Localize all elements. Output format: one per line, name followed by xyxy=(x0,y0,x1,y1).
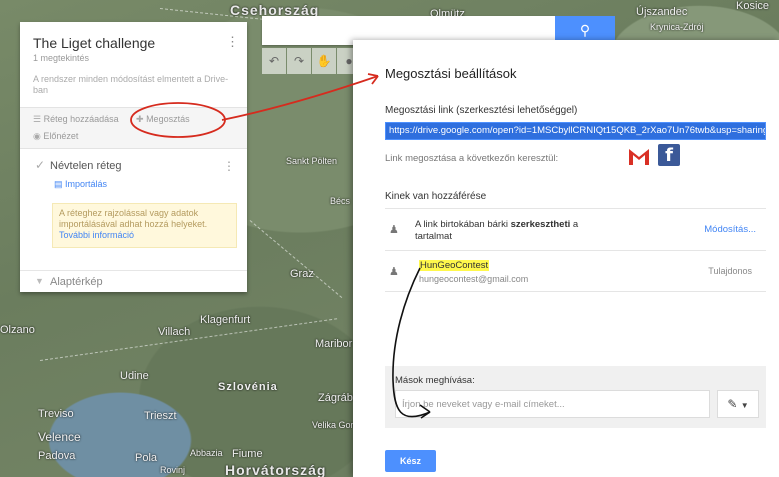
access-level: szerkesztheti xyxy=(510,219,571,230)
map-label: Pola xyxy=(135,452,158,464)
map-label: Trieszt xyxy=(144,410,177,422)
saved-notice: A rendszer minden módosítást elmentett a… xyxy=(33,74,229,95)
map-panel: The Liget challenge 1 megtekintés ⋮ A re… xyxy=(20,22,247,292)
chevron-down-icon: ▼ xyxy=(740,401,749,410)
layer-hint: A réteghez rajzolással vagy adatok impor… xyxy=(52,203,237,248)
view-count: 1 megtekintés xyxy=(33,53,90,63)
map-border xyxy=(249,220,343,299)
map-label: Zágráb xyxy=(318,392,353,404)
person-add-icon: ✚ xyxy=(136,114,144,124)
map-border xyxy=(39,318,338,361)
map-label: Velence xyxy=(38,430,81,444)
share-label: Megosztás xyxy=(146,114,190,124)
eye-icon: ◉ xyxy=(33,131,41,141)
hand-icon[interactable]: ✋ xyxy=(312,48,336,74)
share-link-label: Megosztási link (szerkesztési lehetőségg… xyxy=(385,105,578,116)
gmail-icon[interactable] xyxy=(627,147,651,167)
import-icon: ▤ xyxy=(54,179,63,189)
preview-button[interactable]: ◉ Előnézet xyxy=(33,131,78,142)
more-info-link[interactable]: További információ xyxy=(59,230,134,240)
invite-section: Mások meghívása: Írjon be neveket vagy e… xyxy=(385,366,766,428)
map-label: Krynica-Zdrój xyxy=(650,22,704,32)
chevron-down-icon: ▼ xyxy=(35,276,44,286)
share-link-value: https://drive.google.com/open?id=1MSCbyl… xyxy=(386,123,765,139)
import-link[interactable]: ▤ Importálás xyxy=(54,179,107,190)
undo-icon[interactable]: ↶ xyxy=(262,48,286,74)
map-label: Újszandec xyxy=(636,6,688,18)
add-layer-button[interactable]: ☰ Réteg hozzáadása xyxy=(33,114,119,125)
map-title[interactable]: The Liget challenge xyxy=(33,35,155,51)
layers-icon: ☰ xyxy=(33,114,42,124)
dialog-title: Megosztási beállítások xyxy=(385,66,517,81)
more-vert-icon[interactable]: ⋮ xyxy=(223,159,235,173)
share-via-label: Link megosztása a következőn keresztül: xyxy=(385,153,559,164)
map-label: Szlovénia xyxy=(218,381,278,393)
layer-hint-text: A réteghez rajzolással vagy adatok impor… xyxy=(59,208,208,229)
map-label: Graz xyxy=(290,268,314,280)
share-button[interactable]: ✚ Megosztás xyxy=(136,114,190,125)
share-link-field[interactable]: https://drive.google.com/open?id=1MSCbyl… xyxy=(385,122,766,140)
permission-dropdown[interactable]: ✎ ▼ xyxy=(717,390,759,418)
access-title: Kinek van hozzáférése xyxy=(385,191,487,202)
map-label: Udine xyxy=(120,370,149,382)
map-label: Villach xyxy=(158,326,191,338)
import-label: Importálás xyxy=(65,179,108,189)
facebook-icon[interactable]: f xyxy=(658,144,680,166)
modify-link[interactable]: Módosítás... xyxy=(704,224,756,235)
base-map-item[interactable]: ▼ Alaptérkép xyxy=(20,270,247,293)
redo-icon[interactable]: ↷ xyxy=(287,48,311,74)
map-label: Maribor xyxy=(315,338,353,350)
access-row: ♟ A link birtokában bárki szerkesztheti … xyxy=(385,208,766,251)
map-label: Padova xyxy=(38,450,76,462)
link-people-icon: ♟ xyxy=(389,224,399,236)
invite-input[interactable]: Írjon be neveket vagy e-mail címeket... xyxy=(395,390,710,418)
preview-label: Előnézet xyxy=(43,131,79,141)
pencil-icon: ✎ xyxy=(727,397,738,411)
map-label: Kosice xyxy=(736,0,770,12)
checkbox-icon[interactable]: ✓ xyxy=(35,158,45,172)
base-map-label: Alaptérkép xyxy=(50,276,103,288)
panel-actions: ☰ Réteg hozzáadása ✚ Megosztás ◉ Előnéze… xyxy=(20,107,247,149)
done-button[interactable]: Kész xyxy=(385,450,436,472)
person-icon: ♟ xyxy=(389,266,399,278)
more-vert-icon[interactable]: ⋮ xyxy=(226,34,239,50)
layer-item: ✓ Névtelen réteg ⋮ ▤ Importálás A rétegh… xyxy=(20,148,247,268)
map-toolbar: ↶ ↷ ✋ ● xyxy=(262,48,361,74)
map-label: Rovinj xyxy=(160,465,186,475)
invite-label: Mások meghívása: xyxy=(395,375,475,386)
access-description: A link birtokában bárki szerkesztheti a … xyxy=(415,219,605,243)
search-icon: ⚲ xyxy=(579,22,591,38)
owner-name: HunGeoContest xyxy=(419,260,490,271)
owner-role: Tulajdonos xyxy=(708,266,752,276)
map-label: Fiume xyxy=(232,448,263,460)
map-label: Treviso xyxy=(38,408,74,420)
map-label: Sankt Pölten xyxy=(286,156,338,166)
map-label: Bécs xyxy=(330,196,351,206)
layer-name[interactable]: Névtelen réteg xyxy=(50,160,122,172)
access-text: A link birtokában bárki xyxy=(415,219,508,230)
share-settings-dialog: Megosztási beállítások Megosztási link (… xyxy=(353,40,779,477)
add-layer-label: Réteg hozzáadása xyxy=(43,114,119,124)
map-label: Klagenfurt xyxy=(200,314,251,326)
map-label: Olzano xyxy=(0,324,35,336)
owner-email: hungeocontest@gmail.com xyxy=(419,274,529,284)
map-label: Horvátország xyxy=(225,462,327,477)
access-row: ♟ HunGeoContest hungeocontest@gmail.com … xyxy=(385,250,766,292)
map-label: Abbazia xyxy=(190,448,223,458)
